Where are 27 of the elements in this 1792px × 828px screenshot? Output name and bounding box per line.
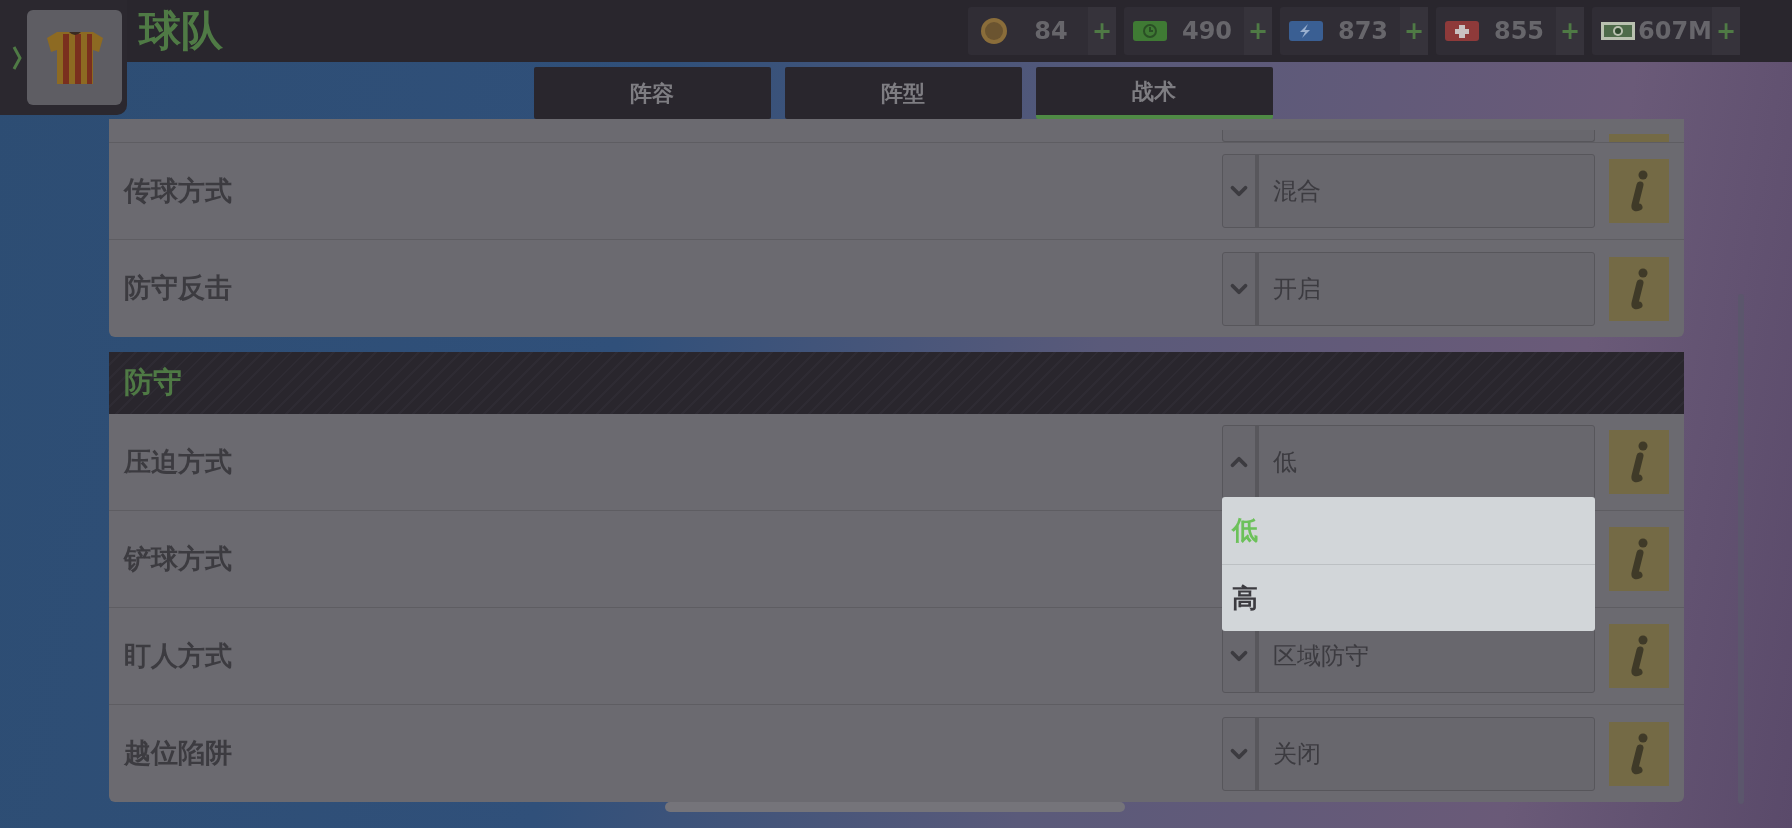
add-button[interactable]: + <box>1400 7 1428 55</box>
info-button[interactable] <box>1609 159 1669 223</box>
info-button[interactable] <box>1609 256 1669 321</box>
clock-icon <box>1132 19 1168 43</box>
info-button[interactable] <box>1609 721 1669 786</box>
add-button[interactable]: + <box>1556 7 1584 55</box>
tab[interactable]: 战术 <box>1035 67 1273 119</box>
currency-amount: 873 <box>1336 16 1390 47</box>
dropdown-option[interactable]: 低 <box>1222 497 1595 564</box>
banknote-icon <box>1600 19 1636 43</box>
add-button[interactable]: + <box>1088 7 1116 55</box>
add-button[interactable]: + <box>1244 7 1272 55</box>
currency-amount: 490 <box>1180 16 1234 47</box>
currency-amount: 84 <box>1033 16 1069 47</box>
currency-amount: 855 <box>1492 16 1546 47</box>
coin-icon <box>980 17 1008 45</box>
tab[interactable]: 阵型 <box>784 67 1022 119</box>
medical-cross-icon <box>1444 19 1480 43</box>
tab[interactable]: 阵容 <box>533 67 771 119</box>
section-title: 防守 <box>124 364 182 402</box>
currency-amount: 607M <box>1638 16 1712 47</box>
lightning-icon <box>1288 19 1324 43</box>
info-button[interactable] <box>1609 430 1669 494</box>
info-button[interactable] <box>1609 624 1669 688</box>
info-button[interactable] <box>1609 527 1669 591</box>
page-title: 球队 <box>139 6 223 56</box>
add-button[interactable]: + <box>1712 7 1740 55</box>
